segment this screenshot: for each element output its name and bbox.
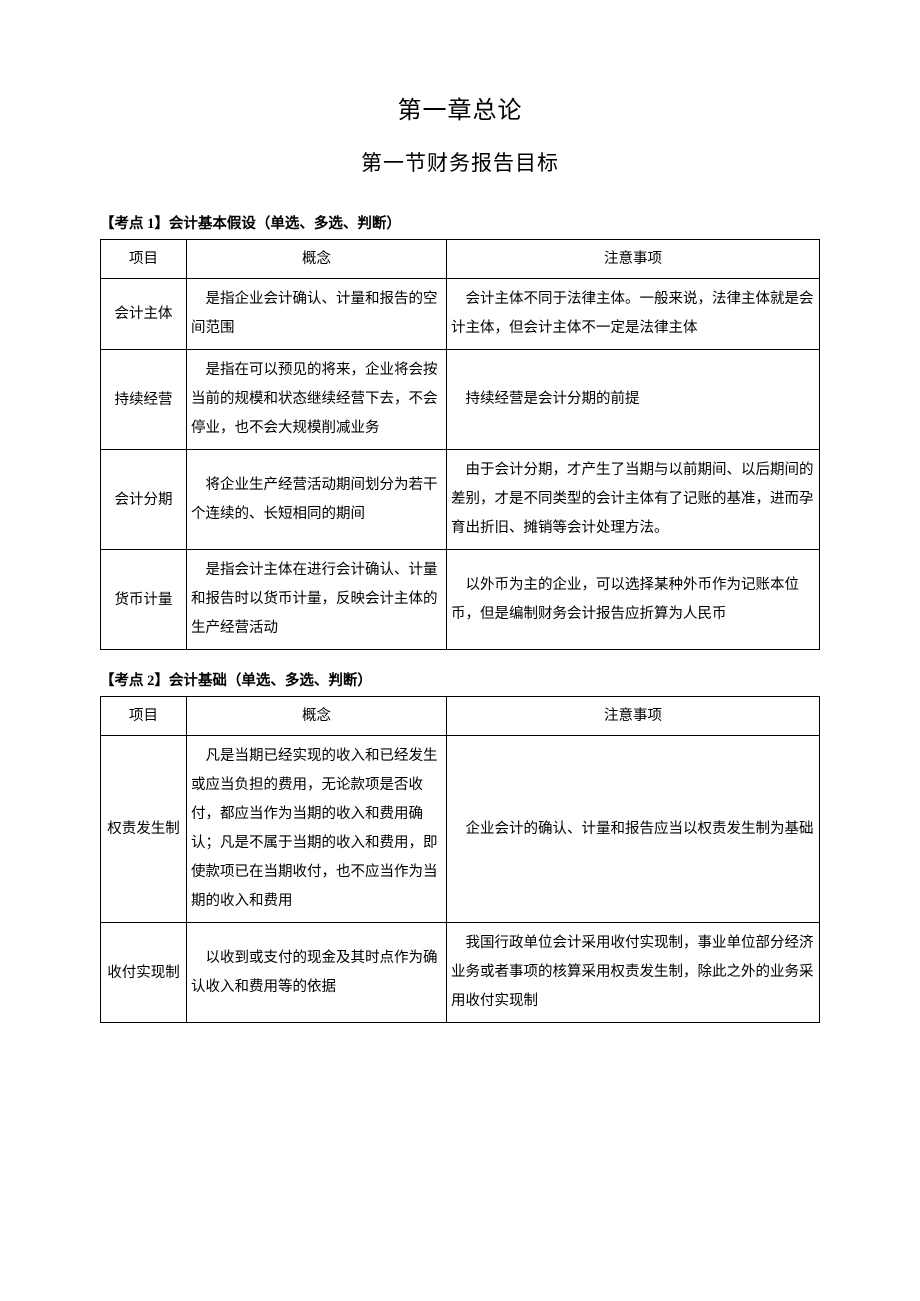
point2-table: 项目 概念 注意事项 权责发生制 凡是当期已经实现的收入和已经发生或应当负担的费…: [100, 696, 820, 1023]
table-row: 会计主体 是指企业会计确认、计量和报告的空间范围 会计主体不同于法律主体。一般来…: [101, 279, 820, 350]
chapter-title: 第一章总论: [100, 90, 820, 133]
cell-concept: 是指会计主体在进行会计确认、计量和报告时以货币计量，反映会计主体的生产经营活动: [187, 550, 447, 650]
table-header-row: 项目 概念 注意事项: [101, 240, 820, 279]
cell-item: 权责发生制: [101, 736, 187, 923]
cell-item: 会计分期: [101, 450, 187, 550]
header-concept: 概念: [187, 240, 447, 279]
table-header-row: 项目 概念 注意事项: [101, 697, 820, 736]
cell-note: 由于会计分期，才产生了当期与以前期间、以后期间的差别，才是不同类型的会计主体有了…: [447, 450, 820, 550]
section-title: 第一节财务报告目标: [100, 145, 820, 183]
header-item: 项目: [101, 240, 187, 279]
cell-item: 会计主体: [101, 279, 187, 350]
point2-label: 【考点 2】会计基础（单选、多选、判断）: [100, 668, 820, 694]
header-note: 注意事项: [447, 697, 820, 736]
cell-concept: 将企业生产经营活动期间划分为若干个连续的、长短相同的期间: [187, 450, 447, 550]
cell-note: 企业会计的确认、计量和报告应当以权责发生制为基础: [447, 736, 820, 923]
table-row: 会计分期 将企业生产经营活动期间划分为若干个连续的、长短相同的期间 由于会计分期…: [101, 450, 820, 550]
point1-label: 【考点 1】会计基本假设（单选、多选、判断）: [100, 211, 820, 237]
header-item: 项目: [101, 697, 187, 736]
table-row: 收付实现制 以收到或支付的现金及其时点作为确认收入和费用等的依据 我国行政单位会…: [101, 923, 820, 1023]
table-row: 持续经营 是指在可以预见的将来，企业将会按当前的规模和状态继续经营下去，不会停业…: [101, 350, 820, 450]
cell-concept: 是指企业会计确认、计量和报告的空间范围: [187, 279, 447, 350]
cell-item: 持续经营: [101, 350, 187, 450]
cell-concept: 以收到或支付的现金及其时点作为确认收入和费用等的依据: [187, 923, 447, 1023]
header-note: 注意事项: [447, 240, 820, 279]
table-row: 货币计量 是指会计主体在进行会计确认、计量和报告时以货币计量，反映会计主体的生产…: [101, 550, 820, 650]
cell-item: 收付实现制: [101, 923, 187, 1023]
header-concept: 概念: [187, 697, 447, 736]
cell-item: 货币计量: [101, 550, 187, 650]
point1-table: 项目 概念 注意事项 会计主体 是指企业会计确认、计量和报告的空间范围 会计主体…: [100, 239, 820, 650]
table-row: 权责发生制 凡是当期已经实现的收入和已经发生或应当负担的费用，无论款项是否收付，…: [101, 736, 820, 923]
cell-note: 会计主体不同于法律主体。一般来说，法律主体就是会计主体，但会计主体不一定是法律主…: [447, 279, 820, 350]
cell-concept: 凡是当期已经实现的收入和已经发生或应当负担的费用，无论款项是否收付，都应当作为当…: [187, 736, 447, 923]
cell-concept: 是指在可以预见的将来，企业将会按当前的规模和状态继续经营下去，不会停业，也不会大…: [187, 350, 447, 450]
cell-note: 持续经营是会计分期的前提: [447, 350, 820, 450]
cell-note: 我国行政单位会计采用收付实现制，事业单位部分经济业务或者事项的核算采用权责发生制…: [447, 923, 820, 1023]
cell-note: 以外币为主的企业，可以选择某种外币作为记账本位币，但是编制财务会计报告应折算为人…: [447, 550, 820, 650]
